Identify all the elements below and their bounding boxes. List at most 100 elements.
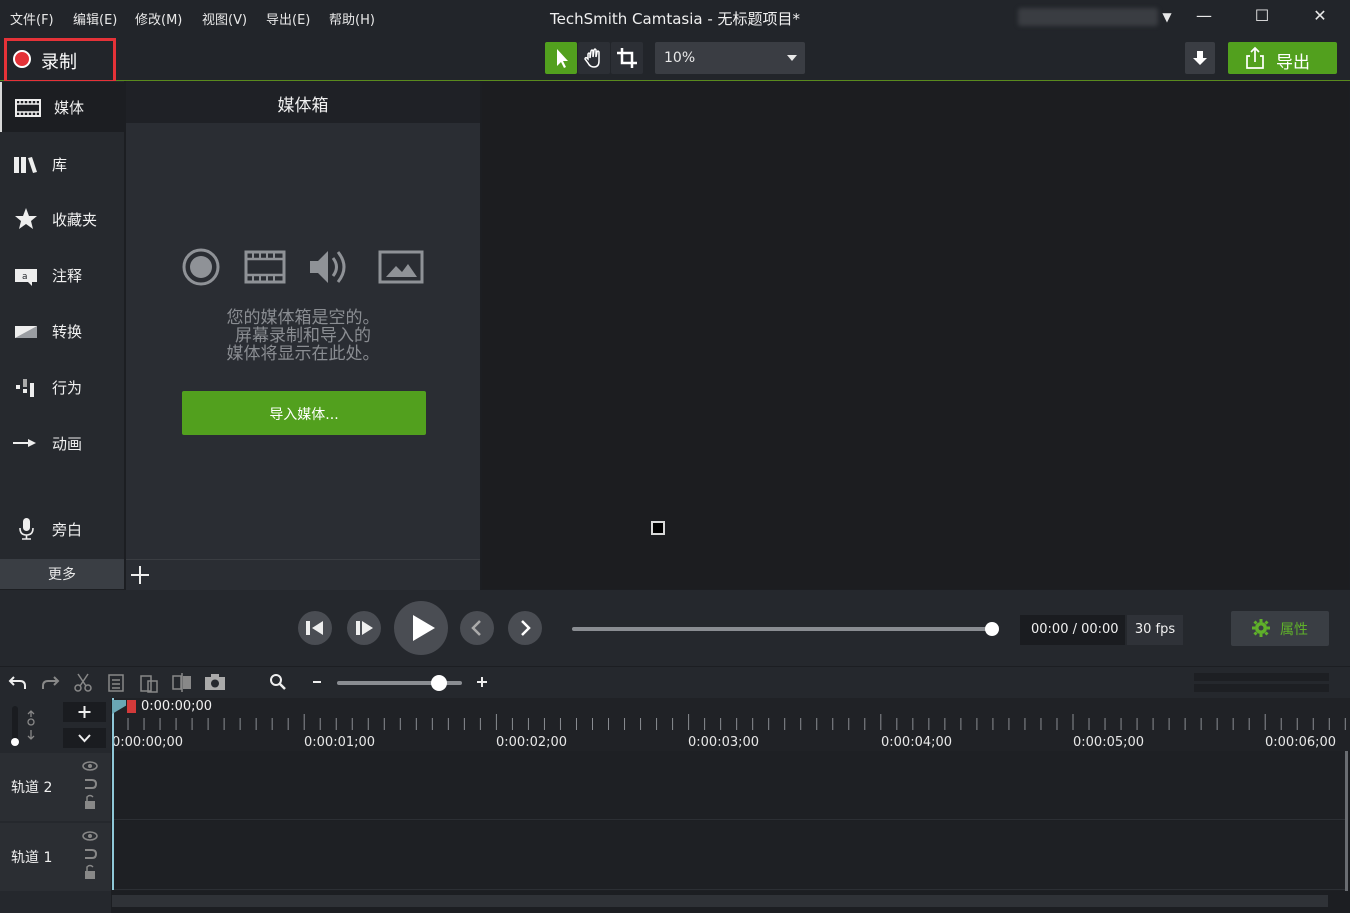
track-options-button[interactable] <box>63 728 106 748</box>
timeline-zoom-handle[interactable] <box>431 675 447 691</box>
menu-modify[interactable]: 修改(M) <box>135 9 182 28</box>
sidebar-item-transitions[interactable]: 转换 <box>0 306 124 356</box>
empty-message-line: 屏幕录制和导入的 <box>235 326 371 346</box>
track-controls <box>82 761 98 810</box>
undo-icon[interactable] <box>6 671 30 693</box>
sidebar-item-media[interactable]: 媒体 <box>0 82 124 132</box>
track-height-knob[interactable] <box>11 738 19 746</box>
crop-tool-button[interactable] <box>611 42 643 74</box>
sidebar-item-favorites[interactable]: 收藏夹 <box>0 194 124 244</box>
fps-selector[interactable]: 30 fps <box>1127 615 1183 645</box>
next-clip-button[interactable] <box>508 611 542 645</box>
scrubber-track[interactable] <box>572 627 992 631</box>
menu-file[interactable]: 文件(F) <box>10 9 54 28</box>
zoom-in-icon[interactable] <box>470 671 494 693</box>
track-header-2[interactable]: 轨道 2 <box>0 753 111 821</box>
sidebar-item-label: 行为 <box>52 379 83 397</box>
audio-speaker-icon <box>310 251 346 283</box>
maximize-button[interactable]: ☐ <box>1247 6 1277 30</box>
sidebar-item-label: 旁白 <box>52 521 83 539</box>
chevron-down-icon <box>78 734 91 743</box>
properties-label: 属性 <box>1280 622 1308 638</box>
scrubber-handle[interactable] <box>985 622 999 636</box>
menu-help[interactable]: 帮助(H) <box>329 9 375 28</box>
eye-icon[interactable] <box>82 761 98 771</box>
record-button[interactable]: 录制 <box>4 38 116 83</box>
step-back-button[interactable] <box>298 611 332 645</box>
zoom-search-icon[interactable] <box>266 671 290 693</box>
menu-view[interactable]: 视图(V) <box>202 9 247 28</box>
media-bin-header: 媒体箱 <box>126 81 480 123</box>
sidebar-item-label: 动画 <box>52 435 83 453</box>
cut-icon[interactable] <box>71 671 95 693</box>
transition-icon <box>15 326 37 338</box>
eye-icon[interactable] <box>82 831 98 841</box>
media-bin-title: 媒体箱 <box>277 96 329 116</box>
more-button[interactable]: 更多 <box>0 559 124 589</box>
track-lane-1[interactable] <box>112 821 1345 890</box>
redo-icon[interactable] <box>38 671 62 693</box>
chevron-down-icon <box>787 55 797 61</box>
camera-icon[interactable] <box>203 671 227 693</box>
pan-tool-button[interactable] <box>578 42 610 74</box>
horizontal-scrollbar[interactable] <box>112 895 1328 907</box>
fps-readout: 30 fps <box>1134 622 1176 637</box>
sidebar-item-library[interactable]: 库 <box>0 139 124 189</box>
sidebar-item-behaviors[interactable]: 行为 <box>0 362 124 412</box>
sidebar-item-animations[interactable]: 动画 <box>0 418 124 468</box>
playhead-time-label: 0:00:00;00 <box>141 699 213 714</box>
zoom-out-icon[interactable] <box>305 671 329 693</box>
play-button[interactable] <box>394 601 448 655</box>
pointer-icon <box>557 49 568 68</box>
copy-icon[interactable] <box>104 671 128 693</box>
sidebar-item-voice-narration[interactable]: 旁白 <box>0 504 124 554</box>
previous-clip-button[interactable] <box>460 611 494 645</box>
gear-icon <box>1252 619 1270 637</box>
menu-export[interactable]: 导出(E) <box>266 9 310 28</box>
media-bin-panel: 媒体箱 您的媒体箱是空的。 屏幕录制和导入的 媒体将显示在此处。 导入媒体... <box>126 81 480 590</box>
timeline-tracks[interactable] <box>112 751 1345 891</box>
canvas-handle[interactable] <box>651 521 665 535</box>
star-icon <box>15 208 37 229</box>
annotation-icon: a <box>15 269 37 286</box>
chevron-left-icon <box>471 620 481 636</box>
playhead-line[interactable] <box>112 698 114 890</box>
minimize-button[interactable]: — <box>1189 6 1219 30</box>
paste-icon[interactable] <box>137 671 161 693</box>
ruler-tick-label: 0:00:06;00 <box>1265 735 1337 750</box>
export-button[interactable]: 导出 <box>1228 42 1337 74</box>
magnet-icon[interactable] <box>85 779 98 789</box>
sidebar-item-annotations[interactable]: a 注释 <box>0 250 124 300</box>
menu-edit[interactable]: 编辑(E) <box>73 9 117 28</box>
account-dropdown-icon[interactable]: ▼ <box>1152 10 1182 34</box>
download-button[interactable] <box>1185 42 1215 74</box>
zoom-select[interactable]: 10% <box>655 42 805 74</box>
add-plus-icon[interactable] <box>128 563 152 587</box>
lock-icon[interactable] <box>85 794 95 810</box>
timeline-ruler[interactable]: 0:00:00;00 0:00:00;00 0:00:01;00 0:00:02… <box>112 698 1350 751</box>
playhead-marker-end[interactable] <box>127 700 136 713</box>
select-tool-button[interactable] <box>545 42 577 74</box>
track-header-1[interactable]: 轨道 1 <box>0 823 111 891</box>
track-lane-2[interactable] <box>112 751 1345 820</box>
plus-icon <box>78 706 91 718</box>
properties-button[interactable]: 属性 <box>1231 611 1329 646</box>
crop-icon <box>617 48 637 68</box>
vertical-scrollbar[interactable] <box>1345 751 1348 891</box>
magnet-icon[interactable] <box>85 849 98 859</box>
close-button[interactable]: ✕ <box>1305 6 1335 30</box>
time-readout: 00:00 / 00:00 <box>1031 622 1119 637</box>
ruler-tick-label: 0:00:00;00 <box>112 735 184 750</box>
add-track-button[interactable] <box>63 702 106 722</box>
split-icon[interactable] <box>170 671 194 693</box>
media-bin-empty-message: 您的媒体箱是空的。 屏幕录制和导入的 媒体将显示在此处。 <box>126 309 480 363</box>
media-type-icons <box>182 248 424 286</box>
ruler-tick-label: 0:00:03;00 <box>688 735 760 750</box>
ruler-tick-label: 0:00:02;00 <box>496 735 568 750</box>
preview-canvas[interactable] <box>482 82 1349 589</box>
import-media-button[interactable]: 导入媒体... <box>182 391 426 435</box>
zoom-vertical-icon <box>27 710 35 740</box>
account-name-redacted[interactable] <box>1018 8 1158 26</box>
step-forward-button[interactable] <box>347 611 381 645</box>
lock-icon[interactable] <box>85 864 95 880</box>
